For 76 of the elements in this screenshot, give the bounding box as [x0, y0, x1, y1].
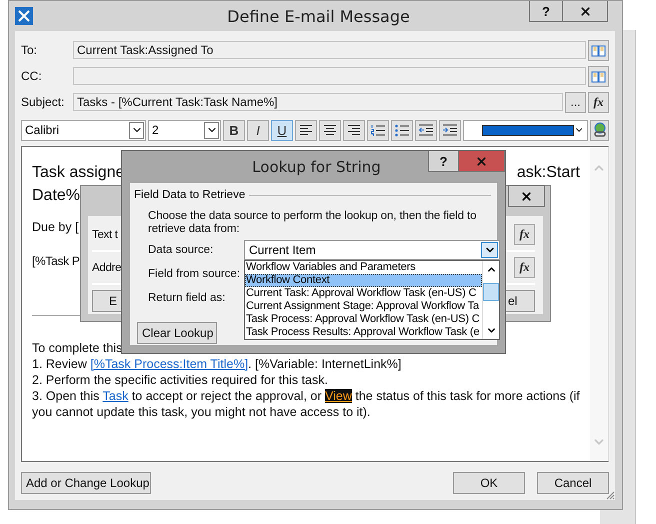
- indent-icon: [442, 124, 458, 136]
- globe-link-icon: [592, 122, 608, 138]
- field-label: Subject:: [21, 95, 66, 109]
- help-button[interactable]: ?: [428, 151, 459, 172]
- browse-button[interactable]: ...: [565, 92, 586, 112]
- underline-button[interactable]: U: [271, 120, 293, 140]
- align-center-button[interactable]: [319, 120, 341, 140]
- address-book-button[interactable]: [588, 66, 609, 86]
- group-title: Field Data to Retrieve: [134, 188, 246, 203]
- close-icon: [520, 190, 533, 202]
- field-label: Addre: [92, 262, 122, 274]
- align-left-icon: [298, 124, 314, 136]
- italic-button[interactable]: I: [247, 120, 269, 140]
- heading-text: Date%: [32, 186, 80, 206]
- formula-button[interactable]: fx: [514, 257, 535, 278]
- address-book-icon: [591, 44, 606, 56]
- edit-button[interactable]: E: [92, 290, 122, 312]
- bold-button[interactable]: B: [223, 120, 245, 140]
- lookup-link[interactable]: View: [325, 389, 352, 403]
- resize-grip-icon[interactable]: [605, 490, 615, 500]
- font-color-dropdown[interactable]: [463, 120, 588, 140]
- outdent-icon: [418, 124, 434, 136]
- list-option[interactable]: Task Process: Approval Workflow Task (en-US) C: [245, 313, 482, 326]
- font-dropdown[interactable]: Calibri: [21, 120, 146, 140]
- size-dropdown[interactable]: 2: [148, 120, 221, 140]
- cancel-button[interactable]: Cancel: [537, 472, 609, 494]
- ok-button[interactable]: OK: [453, 472, 525, 494]
- text-field[interactable]: Tasks - [%Current Task:Task Name%]: [73, 93, 563, 111]
- list-option[interactable]: Task Process Results: Approval Workflow Task (e: [245, 326, 482, 339]
- field-label: Return field as:: [148, 291, 226, 306]
- text-field[interactable]: [73, 67, 586, 85]
- body-text: 3. Open this Task to accept or reject the approval, or View the status of this task for more actions (if you cannot update this task, you might not have access to it).: [32, 388, 580, 420]
- body-text: 1. Review [%Task Process:Item Title%]. [%Variable: InternetLink%]: [32, 356, 402, 372]
- tools-icon: [15, 7, 33, 25]
- body-text: To complete this: [32, 340, 122, 356]
- bullet-list-button[interactable]: [391, 120, 413, 140]
- align-left-button[interactable]: [295, 120, 317, 140]
- body-text: 2. Perform the specific activities required for this task.: [32, 372, 329, 388]
- numbered-list-button[interactable]: [367, 120, 389, 140]
- close-button[interactable]: [508, 185, 545, 207]
- formula-button[interactable]: fx: [514, 224, 535, 245]
- window-title: Define E-mail Message: [227, 6, 410, 26]
- indent-button[interactable]: [439, 120, 461, 140]
- data-source-dropdown[interactable]: Current Item: [244, 240, 500, 260]
- help-button[interactable]: ?: [529, 1, 563, 22]
- formula-button[interactable]: fx: [588, 92, 609, 112]
- lookup-link[interactable]: Task: [102, 389, 128, 403]
- list-option[interactable]: Current Assignment Stage: Approval Workflow Ta: [245, 300, 482, 313]
- text-field[interactable]: Current Task:Assigned To: [73, 41, 586, 59]
- bullet-list-icon: [394, 124, 410, 136]
- field-label: CC:: [21, 69, 43, 83]
- numbered-list-icon: [370, 124, 386, 136]
- field-label: Field from source:: [148, 267, 242, 282]
- align-right-button[interactable]: [343, 120, 365, 140]
- close-button[interactable]: [562, 1, 608, 22]
- heading-text: ask:Start: [516, 163, 580, 183]
- scroll-thumb[interactable]: [483, 282, 499, 300]
- add-lookup-button[interactable]: Add or Change Lookup: [21, 472, 151, 494]
- close-icon: [475, 154, 488, 168]
- description-text: Choose the data source to perform the lookup on, then the field to retrieve data from:: [147, 210, 478, 236]
- clear-lookup-button[interactable]: Clear Lookup: [137, 322, 217, 344]
- body-text: Due by [: [32, 219, 79, 235]
- body-text: [%Task P: [32, 253, 80, 269]
- outdent-button[interactable]: [415, 120, 437, 140]
- field-label: Data source:: [148, 244, 214, 256]
- address-book-icon: [591, 70, 606, 82]
- address-book-button[interactable]: [588, 40, 609, 60]
- align-right-icon: [346, 124, 362, 136]
- hyperlink-button[interactable]: [590, 120, 609, 140]
- field-label: To:: [21, 43, 38, 57]
- align-center-icon: [322, 124, 338, 136]
- field-label: Text t: [92, 228, 119, 240]
- close-icon: [578, 4, 592, 18]
- window-title: Lookup for String: [252, 158, 381, 176]
- lookup-link[interactable]: [%Task Process:Item Title%]: [90, 357, 248, 371]
- list-option[interactable]: Workflow Context: [245, 274, 482, 287]
